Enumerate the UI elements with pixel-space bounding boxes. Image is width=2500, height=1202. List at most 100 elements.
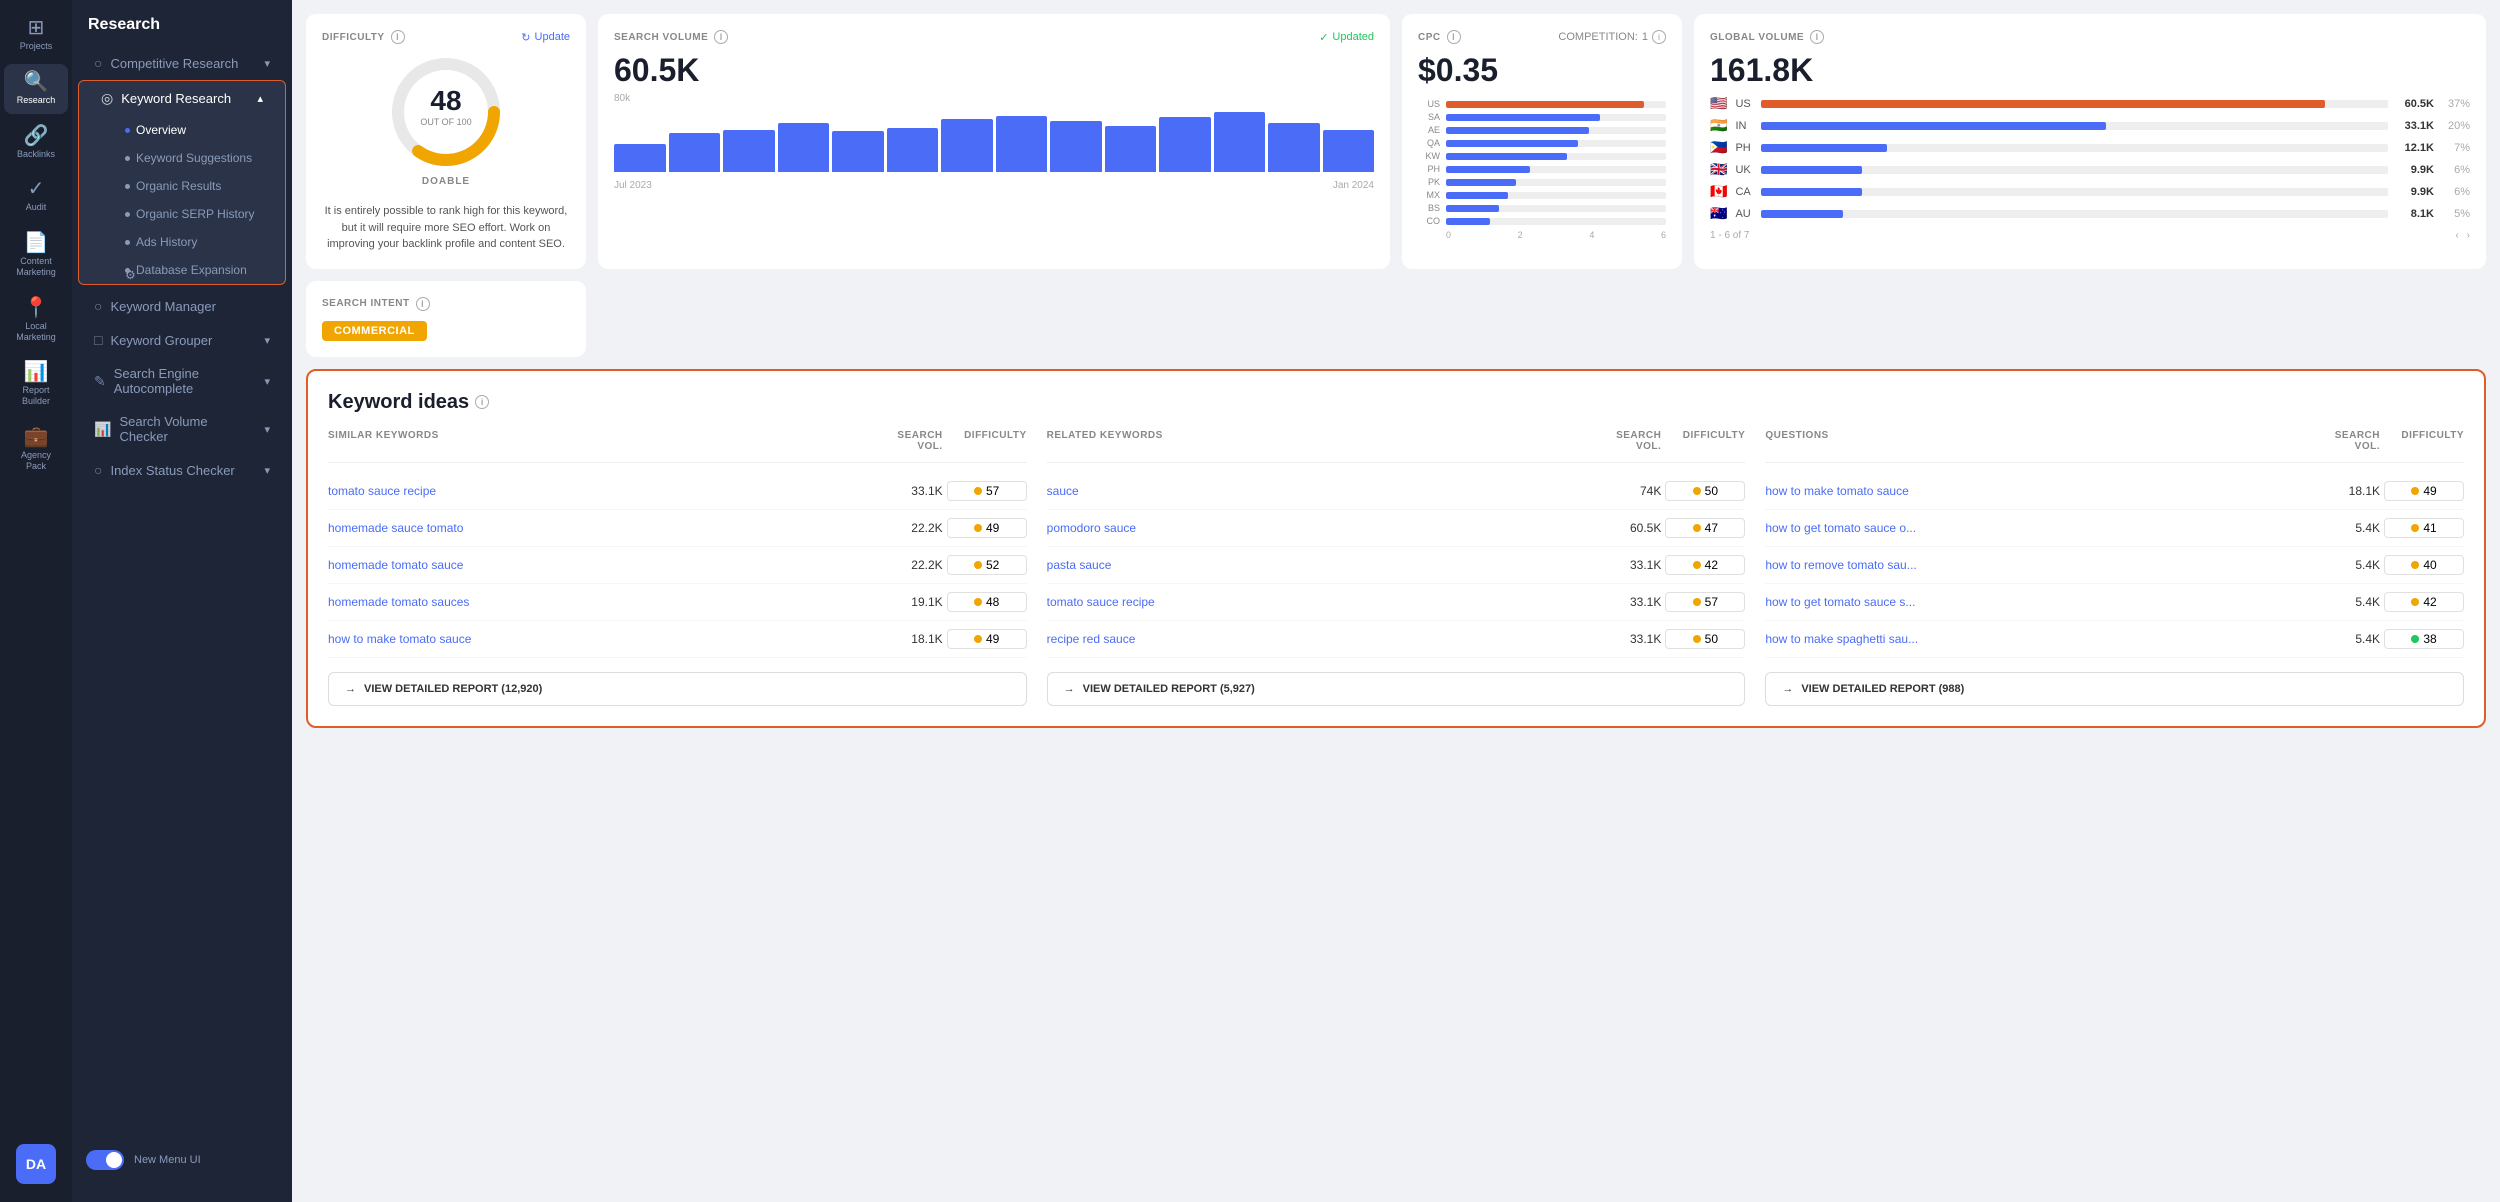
nav-competitive-research[interactable]: ○ Competitive Research ▾ bbox=[78, 46, 286, 80]
cpc-card: CPC i COMPETITION: 1 i $0.35 US SA AE bbox=[1402, 14, 1682, 269]
nav-ads-history[interactable]: Ads History bbox=[115, 228, 285, 256]
keyword-link[interactable]: sauce bbox=[1047, 484, 1588, 498]
country-bar-fill bbox=[1761, 100, 2325, 108]
nav-keyword-research[interactable]: ◎ Keyword Research ▴ bbox=[85, 81, 279, 116]
nav-database-expansion[interactable]: ⚙ Database Expansion bbox=[115, 256, 285, 284]
keyword-row: pomodoro sauce 60.5K 47 bbox=[1047, 510, 1746, 547]
isc-label: Index Status Checker bbox=[110, 463, 234, 478]
intent-badge: COMMERCIAL bbox=[322, 321, 427, 341]
similar-view-report-btn[interactable]: → VIEW DETAILED REPORT (12,920) bbox=[328, 672, 1027, 706]
country-value: 60.5K bbox=[2396, 98, 2434, 110]
competition-info-icon[interactable]: i bbox=[1652, 30, 1666, 44]
country-code: IN bbox=[1735, 120, 1753, 132]
hbar-track bbox=[1446, 114, 1666, 121]
hbar-track bbox=[1446, 205, 1666, 212]
keyword-volume: 60.5K bbox=[1591, 521, 1661, 535]
gv-info-icon[interactable]: i bbox=[1810, 30, 1824, 44]
kg-icon: □ bbox=[94, 332, 102, 348]
sidebar-item-content[interactable]: 📄 Content Marketing bbox=[4, 225, 68, 286]
user-avatar[interactable]: DA bbox=[16, 1144, 56, 1184]
nav-search-volume-checker[interactable]: 📊 Search Volume Checker ▾ bbox=[78, 405, 286, 453]
difficulty-donut: 48 OUT OF 100 bbox=[386, 52, 506, 172]
country-value: 33.1K bbox=[2396, 120, 2434, 132]
difficulty-badge: 57 bbox=[1665, 592, 1745, 612]
keyword-link[interactable]: homemade sauce tomato bbox=[328, 521, 869, 535]
difficulty-description: It is entirely possible to rank high for… bbox=[322, 203, 570, 253]
nav-organic-results[interactable]: Organic Results bbox=[115, 172, 285, 200]
sidebar-item-report[interactable]: 📊 Report Builder bbox=[4, 354, 68, 415]
keyword-link[interactable]: pomodoro sauce bbox=[1047, 521, 1588, 535]
keyword-link[interactable]: how to get tomato sauce o... bbox=[1765, 521, 2306, 535]
keyword-link[interactable]: tomato sauce recipe bbox=[328, 484, 869, 498]
keyword-link[interactable]: homemade tomato sauce bbox=[328, 558, 869, 572]
difficulty-update-btn[interactable]: ↻ Update bbox=[521, 31, 570, 44]
nav-index-status-checker[interactable]: ○ Index Status Checker ▾ bbox=[78, 453, 286, 487]
keyword-link[interactable]: how to remove tomato sau... bbox=[1765, 558, 2306, 572]
arrow-icon-questions: → bbox=[1782, 683, 1793, 695]
country-row: 🇬🇧 UK 9.9K 6% bbox=[1710, 161, 2470, 178]
country-flag: 🇮🇳 bbox=[1710, 117, 1727, 134]
cpc-hbar-row: MX bbox=[1418, 190, 1666, 200]
nav-overview[interactable]: Overview bbox=[115, 116, 285, 144]
hbar-track bbox=[1446, 166, 1666, 173]
competitive-icon: ○ bbox=[94, 55, 102, 71]
sv-bar bbox=[723, 130, 775, 172]
nav-search-engine-autocomplete[interactable]: ✎ Search Engine Autocomplete ▾ bbox=[78, 357, 286, 405]
keyword-link[interactable]: how to get tomato sauce s... bbox=[1765, 595, 2306, 609]
keyword-row: homemade sauce tomato 22.2K 49 bbox=[328, 510, 1027, 547]
next-page-btn[interactable]: › bbox=[2467, 230, 2470, 241]
diff-value: 48 bbox=[986, 595, 999, 609]
diff-dot bbox=[2411, 524, 2419, 532]
diff-dot bbox=[1693, 598, 1701, 606]
difficulty-badge: 52 bbox=[947, 555, 1027, 575]
sv-bar bbox=[614, 144, 666, 172]
sidebar-item-projects[interactable]: ⊞ Projects bbox=[4, 10, 68, 60]
sidebar-item-agency[interactable]: 💼 Agency Pack bbox=[4, 419, 68, 480]
questions-keyword-rows: how to make tomato sauce 18.1K 49 how to… bbox=[1765, 473, 2464, 658]
keyword-chevron: ▴ bbox=[257, 92, 263, 105]
competitive-chevron: ▾ bbox=[264, 57, 270, 70]
difficulty-info-icon[interactable]: i bbox=[391, 30, 405, 44]
keyword-link[interactable]: how to make tomato sauce bbox=[1765, 484, 2306, 498]
keyword-link[interactable]: homemade tomato sauces bbox=[328, 595, 869, 609]
si-info-icon[interactable]: i bbox=[416, 297, 430, 311]
similar-keyword-rows: tomato sauce recipe 33.1K 57 homemade sa… bbox=[328, 473, 1027, 658]
keyword-ideas-title: Keyword ideas i bbox=[328, 391, 2464, 414]
diff-dot bbox=[1693, 561, 1701, 569]
hbar-fill bbox=[1446, 153, 1567, 160]
new-menu-toggle[interactable] bbox=[86, 1150, 124, 1170]
country-bar-fill bbox=[1761, 166, 1861, 174]
hbar-track bbox=[1446, 153, 1666, 160]
keyword-link[interactable]: recipe red sauce bbox=[1047, 632, 1588, 646]
country-bar-fill bbox=[1761, 210, 1842, 218]
country-pct: 6% bbox=[2442, 164, 2470, 176]
hbar-fill bbox=[1446, 166, 1530, 173]
nav-organic-serp-history[interactable]: Organic SERP History bbox=[115, 200, 285, 228]
questions-view-report-btn[interactable]: → VIEW DETAILED REPORT (988) bbox=[1765, 672, 2464, 706]
arrow-icon-related: → bbox=[1064, 683, 1075, 695]
hbar-track bbox=[1446, 140, 1666, 147]
sv-bar bbox=[832, 131, 884, 172]
km-label: Keyword Manager bbox=[110, 299, 216, 314]
keyword-link[interactable]: tomato sauce recipe bbox=[1047, 595, 1588, 609]
nav-keyword-grouper[interactable]: □ Keyword Grouper ▾ bbox=[78, 323, 286, 357]
ki-info-icon[interactable]: i bbox=[475, 395, 489, 409]
hbar-country-label: KW bbox=[1418, 151, 1440, 161]
country-flag: 🇵🇭 bbox=[1710, 139, 1727, 156]
sidebar-item-audit[interactable]: ✓ Audit bbox=[4, 171, 68, 221]
related-view-report-btn[interactable]: → VIEW DETAILED REPORT (5,927) bbox=[1047, 672, 1746, 706]
keyword-link[interactable]: how to make spaghetti sau... bbox=[1765, 632, 2306, 646]
nav-keyword-suggestions[interactable]: Keyword Suggestions bbox=[115, 144, 285, 172]
sidebar-item-research[interactable]: 🔍 Research bbox=[4, 64, 68, 114]
sidebar-item-backlinks[interactable]: 🔗 Backlinks bbox=[4, 118, 68, 168]
keyword-link[interactable]: how to make tomato sauce bbox=[328, 632, 869, 646]
nav-keyword-manager[interactable]: ○ Keyword Manager bbox=[78, 289, 286, 323]
keyword-link[interactable]: pasta sauce bbox=[1047, 558, 1588, 572]
diff-dot bbox=[974, 524, 982, 532]
prev-page-btn[interactable]: ‹ bbox=[2455, 230, 2458, 241]
sv-info-icon[interactable]: i bbox=[714, 30, 728, 44]
sidebar-item-local[interactable]: 📍 Local Marketing bbox=[4, 290, 68, 351]
cpc-info-icon[interactable]: i bbox=[1447, 30, 1461, 44]
competitive-label: Competitive Research bbox=[110, 56, 238, 71]
cpc-label: CPC i bbox=[1418, 30, 1461, 44]
